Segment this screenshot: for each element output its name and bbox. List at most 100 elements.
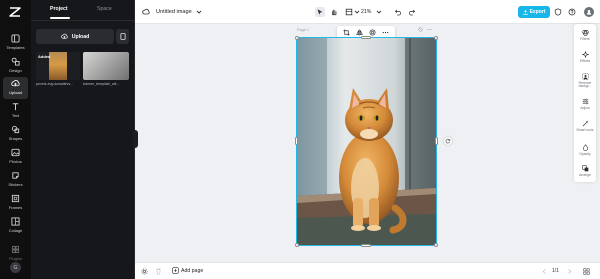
nav-collage[interactable]: Collage xyxy=(0,215,31,237)
effects-button[interactable]: Effects xyxy=(574,49,596,71)
nav-frames[interactable]: Frames xyxy=(0,192,31,214)
flip-icon[interactable] xyxy=(356,29,363,36)
redo-icon[interactable] xyxy=(407,7,417,17)
nav-templates[interactable]: Templates xyxy=(0,32,31,54)
hide-page-icon[interactable] xyxy=(418,27,423,32)
resize-handle-top[interactable] xyxy=(361,36,371,39)
chevron-down-icon[interactable] xyxy=(376,9,382,15)
remove-background-button[interactable]: Remove backgr... xyxy=(574,71,596,93)
chevron-down-icon[interactable] xyxy=(354,9,360,15)
chevron-down-icon[interactable] xyxy=(196,9,202,15)
smart-tools-icon xyxy=(582,120,588,127)
resize-handle-top-left[interactable] xyxy=(295,36,299,40)
nav-stickers[interactable]: Stickers xyxy=(0,169,31,191)
capcut-logo-icon[interactable] xyxy=(8,5,22,19)
delete-page-icon[interactable] xyxy=(154,267,162,275)
upload-panel: Project Space Upload Added pexels-evg-ko… xyxy=(31,0,135,279)
cloud-sync-icon[interactable] xyxy=(141,7,151,17)
nav-label: Shapes xyxy=(8,136,23,141)
smart-tools-button[interactable]: Smart tools xyxy=(574,118,596,140)
tab-space[interactable]: Space xyxy=(97,6,112,12)
nav-label: Photos xyxy=(9,159,22,164)
add-page-button[interactable]: Add page xyxy=(172,267,203,274)
resize-handle-top-right[interactable] xyxy=(434,36,438,40)
top-toolbar: Untitled image 21% Export xyxy=(135,0,600,24)
rotate-handle[interactable] xyxy=(444,137,452,145)
add-page-icon xyxy=(172,267,179,274)
next-page-icon[interactable] xyxy=(565,267,573,275)
text-icon xyxy=(12,103,19,111)
add-page-label: Add page xyxy=(181,267,204,274)
nav-photos[interactable]: Photos xyxy=(0,146,31,168)
nav-label: Collage xyxy=(8,228,23,233)
resize-handle-right[interactable] xyxy=(435,137,438,145)
document-title[interactable]: Untitled image xyxy=(156,9,192,15)
asset-thumbnail-cat[interactable]: Added xyxy=(36,52,80,80)
remove-background-icon xyxy=(581,73,589,80)
filters-button[interactable]: Filters xyxy=(574,27,596,49)
pages-grid-icon[interactable] xyxy=(582,267,590,275)
effects-icon xyxy=(581,51,589,58)
upload-button[interactable]: Upload xyxy=(36,29,114,44)
collapse-panel-handle[interactable] xyxy=(133,130,138,148)
canvas-image-cat[interactable] xyxy=(296,37,437,246)
plugins-icon xyxy=(11,245,20,254)
undo-icon[interactable] xyxy=(393,7,403,17)
nav-label: Plugins xyxy=(8,256,23,261)
opacity-label: Opacity xyxy=(579,151,591,156)
nav-text[interactable]: Text xyxy=(0,100,31,122)
crop-icon[interactable] xyxy=(343,29,350,36)
resize-handle-left[interactable] xyxy=(295,137,298,145)
export-icon xyxy=(522,9,528,15)
previous-page-icon[interactable] xyxy=(540,267,548,275)
resize-handle-bottom-left[interactable] xyxy=(295,243,299,247)
adjust-label: Adjust xyxy=(580,105,590,110)
left-nav-rail: Templates Design Upload Text Shapes Phot… xyxy=(0,0,31,279)
filters-icon xyxy=(581,29,589,36)
opacity-button[interactable]: Opacity xyxy=(574,142,596,164)
asset-thumbnail-banner[interactable] xyxy=(83,52,129,80)
added-badge: Added xyxy=(38,54,51,59)
frames-icon xyxy=(11,194,20,203)
shapes-icon xyxy=(11,125,20,134)
filters-label: Filters xyxy=(580,36,590,41)
hand-tool-icon[interactable] xyxy=(329,7,339,17)
photos-icon xyxy=(11,148,20,157)
more-options-icon[interactable] xyxy=(382,29,389,36)
select-tool-icon[interactable] xyxy=(315,7,325,17)
mask-icon[interactable] xyxy=(369,29,376,36)
rotate-icon xyxy=(445,138,451,144)
page-label: Page 1 xyxy=(297,28,310,32)
cloud-upload-icon xyxy=(61,33,68,39)
panel-divider xyxy=(31,20,135,21)
tab-project[interactable]: Project xyxy=(50,6,68,12)
nav-label: Upload xyxy=(9,90,22,95)
upload-from-phone-button[interactable] xyxy=(116,29,129,44)
nav-design[interactable]: Design xyxy=(0,55,31,77)
templates-icon xyxy=(11,34,20,43)
nav-upload[interactable]: Upload xyxy=(3,77,28,99)
zoom-level[interactable]: 21% xyxy=(361,9,371,15)
settings-icon[interactable] xyxy=(140,267,148,275)
shield-icon[interactable] xyxy=(553,7,563,17)
design-icon xyxy=(11,57,20,66)
arrange-button[interactable]: Arrange xyxy=(574,163,596,185)
smart-tools-label: Smart tools xyxy=(576,127,594,132)
asset-caption: banner_template_wit... xyxy=(83,82,120,86)
stickers-icon xyxy=(12,172,19,179)
more-options-icon[interactable] xyxy=(427,27,432,32)
user-icon xyxy=(586,9,592,15)
nav-shapes[interactable]: Shapes xyxy=(0,123,31,145)
arrange-icon xyxy=(581,165,588,172)
adjust-button[interactable]: Adjust xyxy=(574,96,596,118)
layout-size-icon[interactable] xyxy=(344,7,354,17)
resize-handle-bottom-right[interactable] xyxy=(434,243,438,247)
account-avatar[interactable] xyxy=(584,7,594,17)
user-avatar[interactable]: G xyxy=(10,262,21,273)
export-button[interactable]: Export xyxy=(518,6,550,18)
remove-background-label: Remove backgr... xyxy=(578,80,592,89)
help-icon[interactable] xyxy=(567,7,577,17)
resize-handle-bottom[interactable] xyxy=(361,244,371,247)
bottom-bar: Add page 1/1 xyxy=(135,262,600,279)
opacity-icon xyxy=(582,144,588,151)
